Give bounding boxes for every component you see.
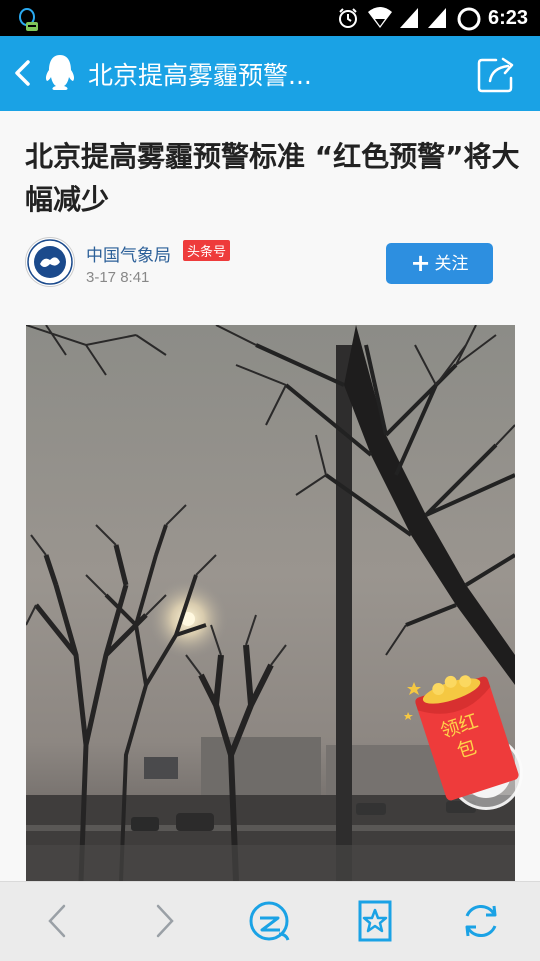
share-icon[interactable] xyxy=(476,54,520,94)
favorite-star-icon[interactable] xyxy=(352,898,398,944)
plus-icon: + xyxy=(410,249,431,277)
signal-icon xyxy=(400,8,418,28)
alarm-icon xyxy=(339,8,357,28)
author-name[interactable]: 中国气象局 xyxy=(86,241,171,266)
qzone-icon[interactable] xyxy=(246,898,292,944)
battery-icon xyxy=(457,7,481,31)
qq-penguin-icon xyxy=(45,55,75,90)
follow-label: 关注 xyxy=(434,254,469,274)
article-headline: 北京提高雾霾预警标准 “红色预警”将大幅减少 xyxy=(25,140,520,216)
author-avatar[interactable] xyxy=(25,237,75,287)
headline-badge: 头条号 xyxy=(183,240,231,261)
page-title: 北京提高雾霾预警... xyxy=(88,61,312,90)
wifi-icon xyxy=(368,7,392,28)
forward-icon[interactable] xyxy=(140,898,186,944)
follow-button[interactable]: + 关注 xyxy=(386,243,493,284)
back-icon[interactable] xyxy=(36,898,82,944)
refresh-icon[interactable] xyxy=(458,898,504,944)
bottom-toolbar xyxy=(0,881,540,961)
status-bar: 6:23 xyxy=(0,0,540,36)
status-time: 6:23 xyxy=(487,7,528,29)
publish-date: 3-17 8:41 xyxy=(86,269,150,286)
back-arrow-icon[interactable] xyxy=(6,52,42,94)
title-bar: 北京提高雾霾预警... xyxy=(0,36,540,111)
qq-notification-icon xyxy=(19,8,38,31)
signal-icon-2 xyxy=(428,8,446,28)
